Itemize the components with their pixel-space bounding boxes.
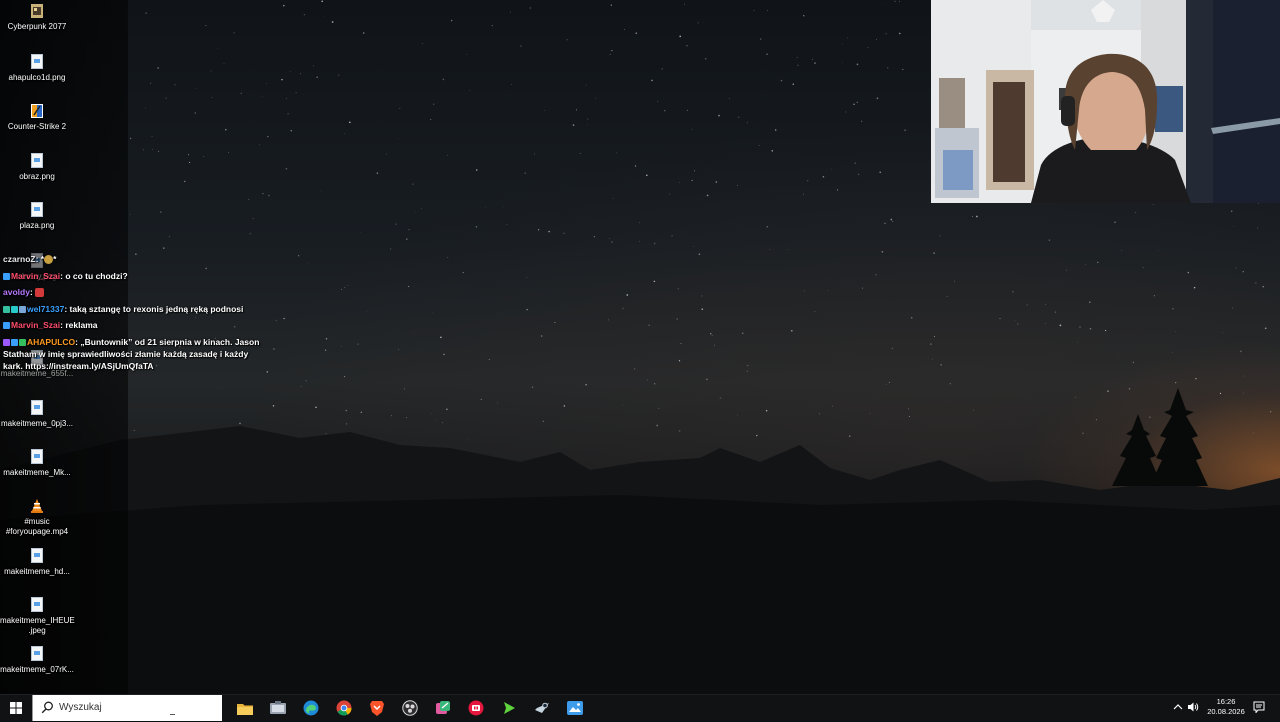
photo-app-icon — [566, 701, 583, 715]
desktop-icon-label: ahapulco1d.png — [8, 73, 66, 82]
chat-text: reklama — [65, 320, 98, 330]
chat-text: * — [53, 254, 57, 264]
chrome-icon — [336, 700, 352, 716]
desktop-icon-label: makeitmeme_Mk... — [3, 468, 71, 477]
vlc-icon — [31, 499, 43, 513]
desktop-icon-makeitmeme-07rk[interactable]: makeitmeme_07rK... — [0, 646, 74, 675]
desktop-icon-makeitmeme-hd[interactable]: makeitmeme_hd... — [0, 548, 74, 577]
desktop-icon-label: makeitmeme_IHEUE .jpeg — [0, 616, 75, 635]
desktop-icon-makeitmeme-iheue[interactable]: makeitmeme_IHEUE .jpeg — [0, 597, 75, 636]
image-file-icon — [31, 449, 43, 464]
clock-time: 16:26 — [1216, 697, 1236, 706]
search-icon — [41, 701, 53, 714]
obs-icon — [401, 700, 418, 716]
brave-icon — [369, 701, 384, 716]
desktop-icon-label: Counter-Strike 2 — [7, 122, 67, 131]
desktop-icon-ahapulco1d[interactable]: ahapulco1d.png — [0, 54, 74, 83]
chat-message: Marvin_Szai: reklama — [3, 319, 265, 331]
start-button[interactable] — [0, 695, 32, 721]
app-red-icon — [468, 700, 483, 716]
taskbar-snipping-tool[interactable] — [426, 695, 459, 721]
desktop-icon-label: Cyberpunk 2077 — [7, 22, 67, 31]
image-file-icon — [31, 548, 43, 563]
taskbar-green-app[interactable] — [492, 695, 525, 721]
taskbar-file-explorer[interactable] — [228, 695, 261, 721]
counter-strike-icon — [31, 104, 43, 118]
chat-username: czarnoZ — [3, 254, 36, 264]
badge-icon — [11, 338, 18, 346]
taskbar-obs[interactable] — [393, 695, 426, 721]
badge-icon — [3, 338, 10, 346]
desktop-icon-label: plaza.png — [19, 221, 55, 230]
image-file-icon — [31, 597, 43, 612]
desktop-icon-plaza[interactable]: plaza.png — [0, 202, 74, 231]
chat-username: avoldy — [3, 287, 30, 297]
chat-username: wel71337 — [27, 303, 65, 314]
chat-text: taką sztangę to rexonis jedną ręką podno… — [69, 303, 244, 314]
chat-message: AHAPULCO: „Buntownik” od 21 sierpnia w k… — [3, 336, 260, 371]
chat-username: Marvin_Szai — [11, 270, 61, 281]
badge-icon — [19, 338, 26, 346]
taskbar-windows-tools[interactable] — [261, 695, 294, 721]
image-file-icon — [31, 54, 43, 69]
file-explorer-icon — [236, 703, 253, 715]
devil-emote — [35, 288, 45, 297]
taskbar-chrome[interactable] — [327, 695, 360, 721]
app-green-arrow-icon — [503, 702, 515, 714]
search-placeholder: Wyszukaj — [59, 702, 102, 713]
taskbar-apps — [228, 695, 591, 721]
sunglasses-emote — [44, 255, 54, 264]
badge-icon — [3, 305, 10, 313]
desktop-icon-music-video[interactable]: #music #foryoupage.mp4 — [0, 498, 74, 537]
chat-message: avoldy: — [3, 286, 265, 298]
taskbar-red-app[interactable] — [459, 695, 492, 721]
desktop-icon-label: makeitmeme_07rK... — [0, 665, 74, 674]
desktop-icon-makeitmeme-0pj3[interactable]: makeitmeme_0pj3... — [0, 400, 74, 429]
desktop-icon-obraz[interactable]: obraz.png — [0, 153, 74, 182]
clock-date: 20.08.2026 — [1207, 707, 1245, 716]
edge-icon — [303, 700, 318, 716]
desktop-icon-label: makeitmeme_0pj3... — [0, 419, 74, 428]
windows-tools-icon — [269, 701, 286, 714]
webcam-feed — [931, 0, 1280, 203]
webcam-overlay — [931, 0, 1280, 203]
chat-message: Marvin_Szai: o co tu chodzi? — [3, 270, 265, 282]
chat-username: AHAPULCO — [27, 336, 76, 347]
steam-icon — [534, 702, 549, 713]
subscriber-badge-icon — [3, 322, 10, 329]
windows-logo-icon — [10, 702, 22, 714]
desktop-icon-counter-strike[interactable]: Counter-Strike 2 — [0, 103, 74, 132]
desktop-icon-label: makeitmeme_hd... — [4, 567, 70, 576]
badge-icon — [11, 305, 18, 313]
notification-center-icon[interactable] — [1253, 701, 1265, 713]
chat-text: o co tu chodzi? — [65, 270, 128, 281]
desktop-icon-label: obraz.png — [19, 172, 55, 181]
taskbar-edge[interactable] — [294, 695, 327, 721]
taskbar-brave[interactable] — [360, 695, 393, 721]
desktop-icon-makeitmeme-mk[interactable]: makeitmeme_Mk... — [0, 449, 74, 478]
chat-message: czarnoZ: * * — [3, 254, 57, 264]
subscriber-badge-icon — [3, 272, 10, 280]
chat-message: wel71337: taką sztangę to rexonis jedną … — [3, 303, 265, 315]
taskbar: Wyszukaj 16:26 20.08.2026 — [0, 694, 1280, 721]
taskbar-search-box[interactable]: Wyszukaj — [32, 695, 222, 721]
image-file-icon — [31, 202, 43, 217]
badge-icon — [19, 305, 26, 313]
stream-chat-overlay: czarnoZ: * * Marvin_Szai: o co tu chodzi?… — [3, 253, 265, 376]
taskbar-steam[interactable] — [525, 695, 558, 721]
taskbar-photo-app[interactable] — [558, 695, 591, 721]
snipping-icon — [435, 701, 450, 714]
desktop-icon-label: #music #foryoupage.mp4 — [5, 517, 69, 536]
desktop-icon-cyberpunk[interactable]: Cyberpunk 2077 — [0, 3, 74, 32]
image-file-icon — [31, 153, 43, 168]
image-file-icon — [31, 646, 43, 661]
image-file-icon — [31, 400, 43, 415]
cyberpunk-icon — [31, 4, 43, 18]
taskbar-clock[interactable]: 16:26 20.08.2026 — [1198, 697, 1254, 717]
chevron-up-icon[interactable] — [1173, 702, 1183, 712]
chat-username: Marvin_Szai — [11, 320, 61, 330]
mouse-cursor-icon — [170, 714, 175, 722]
